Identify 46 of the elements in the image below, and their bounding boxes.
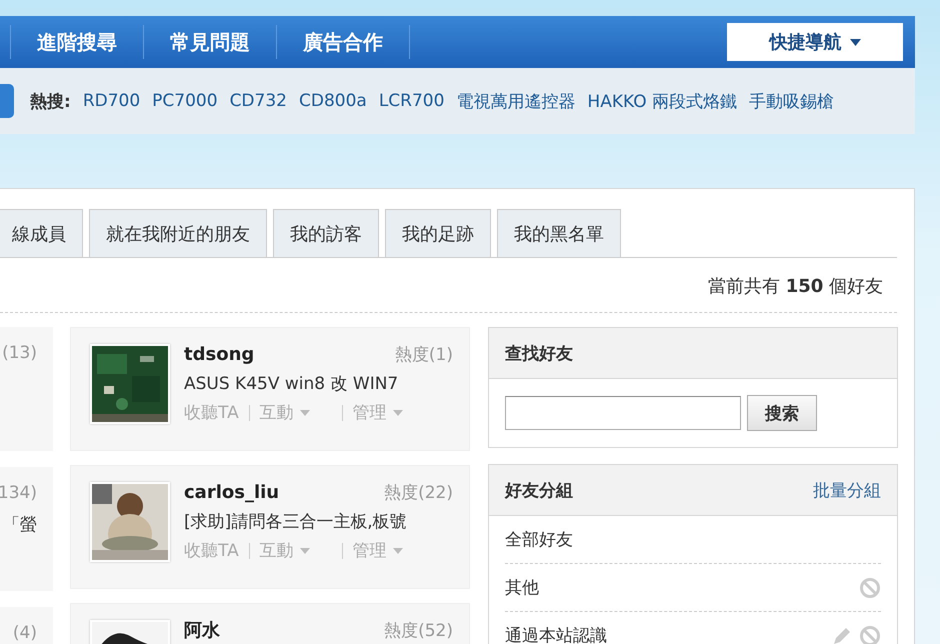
box-title: 好友分組 (505, 480, 573, 502)
ban-icon[interactable] (859, 624, 881, 644)
batch-group-link[interactable]: 批量分組 (813, 478, 881, 502)
group-item[interactable]: 通過本站認識 (505, 624, 607, 644)
hot-search-link[interactable]: 手動吸錫槍 (749, 90, 834, 112)
caret-icon (392, 548, 403, 554)
ban-icon[interactable] (859, 576, 881, 598)
caret-icon (850, 38, 860, 46)
heat-text: 熱度(22) (384, 483, 453, 504)
tab[interactable]: 我的訪客 (273, 209, 379, 257)
friend-count: 當前共有 150 個好友 (0, 258, 897, 313)
nav-link[interactable]: 進階搜尋 (10, 25, 143, 59)
friend-name[interactable]: carlos_liu (184, 482, 280, 503)
heat-text: 熱度(52) (384, 621, 453, 642)
hot-search-link[interactable]: 電視萬用遙控器 (456, 90, 576, 112)
friend-name[interactable]: 阿水 (184, 620, 220, 641)
heat-text: (13) (2, 343, 37, 363)
heat-text: (4) (12, 623, 37, 643)
hot-search-link[interactable]: HAKKO 兩段式烙鐵 (587, 90, 737, 112)
nav-link[interactable]: 廣告合作 (276, 25, 410, 59)
group-item[interactable]: 其他 (505, 576, 539, 599)
hot-search-label: 熱搜: (30, 90, 71, 112)
hot-search-link[interactable]: CD800a (298, 91, 367, 111)
caret-icon (300, 410, 310, 416)
tab[interactable]: 我的足跡 (385, 209, 491, 257)
heat-text: 134) (0, 483, 37, 503)
hot-search-link[interactable]: LCR700 (378, 91, 444, 111)
box-title: 查找好友 (505, 342, 573, 364)
search-button[interactable]: 搜索 (747, 395, 817, 431)
hot-search-link[interactable]: CD732 (230, 91, 287, 111)
quick-nav-button[interactable]: 快捷導航 (727, 23, 903, 61)
caret-icon (392, 410, 403, 416)
friend-name[interactable]: tdsong (184, 344, 254, 365)
heat-text: 熱度(1) (394, 345, 453, 366)
tab[interactable]: 線成員 (0, 209, 83, 257)
tab[interactable]: 就在我附近的朋友 (89, 209, 267, 257)
search-field[interactable] (505, 396, 741, 430)
hot-search-link[interactable]: RD700 (82, 91, 140, 111)
post-text: 「螢 (3, 514, 37, 536)
post-text: ASUS K45V win8 改 WIN7 (184, 373, 400, 395)
nav-link[interactable]: 常見問題 (143, 25, 276, 59)
tab[interactable]: 我的黑名單 (497, 209, 621, 257)
caret-icon (300, 548, 310, 554)
post-text: [求助]請問各三合一主板,板號 (184, 511, 408, 533)
hot-search-link[interactable]: PC7000 (152, 91, 218, 111)
group-item[interactable]: 全部好友 (505, 528, 573, 551)
